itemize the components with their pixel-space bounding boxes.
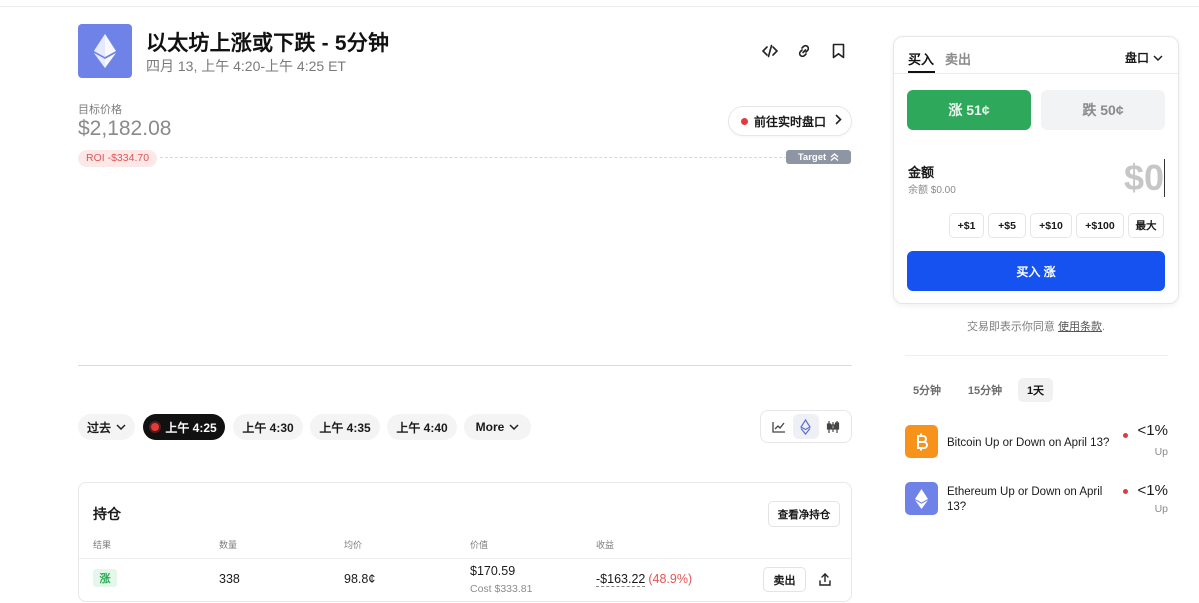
live-orderbook-button[interactable]: 前往实时盘口: [728, 106, 852, 136]
amount-input[interactable]: $0: [1124, 157, 1164, 199]
time-pill-2[interactable]: 上午 4:30: [233, 414, 303, 440]
live-dot-icon: [151, 423, 160, 431]
chevron-down-icon: [1153, 54, 1163, 61]
chart-view-toggle: [760, 410, 852, 443]
time-pill-label: 上午 4:30: [242, 420, 294, 435]
position-pnl-amount: -$163.22: [596, 572, 646, 587]
live-dot-icon: [1123, 489, 1128, 494]
market-tab-1day[interactable]: 1天: [1018, 378, 1053, 402]
order-type-label: 盘口: [1125, 51, 1150, 65]
past-dropdown-label: 过去: [86, 420, 111, 435]
time-pill-label: 上午 4:25: [165, 420, 217, 435]
double-chevron-up-icon: [830, 153, 839, 161]
chevron-down-icon: [116, 424, 126, 430]
positions-title: 持仓: [93, 506, 121, 522]
target-badge-label: Target: [797, 151, 827, 163]
related-market-outcome: Up: [1154, 503, 1168, 515]
time-pill-3[interactable]: 上午 4:35: [310, 414, 380, 440]
view-net-positions-button[interactable]: 查看净持仓: [768, 501, 840, 527]
terms-notice: 交易即表示你同意 使用条款.: [893, 318, 1179, 334]
line-chart-icon[interactable]: [766, 414, 792, 439]
quick-amount-1[interactable]: +$1: [949, 213, 984, 238]
target-badge: Target: [786, 150, 851, 164]
terms-text: 交易即表示你同意: [966, 321, 1055, 333]
position-value: $170.59: [470, 564, 516, 578]
related-market-chance: <1%: [1137, 482, 1168, 499]
chevron-down-icon: [509, 424, 519, 430]
code-embed-icon[interactable]: [761, 42, 779, 60]
time-pill-label: 上午 4:40: [396, 420, 448, 435]
target-price-label: 目标价格: [78, 104, 122, 116]
terms-link[interactable]: 使用条款: [1058, 321, 1102, 333]
column-header-value: 价值: [470, 540, 489, 550]
related-market-outcome: Up: [1154, 446, 1168, 458]
tab-buy[interactable]: 买入: [908, 49, 934, 68]
roi-badge: ROI -$334.70: [78, 150, 158, 167]
quick-amount-5[interactable]: +$5: [988, 213, 1026, 238]
order-type-dropdown[interactable]: 盘口: [1125, 49, 1163, 66]
related-market-name: Ethereum Up or Down on April 13?: [947, 486, 1103, 513]
market-tab-5min[interactable]: 5分钟: [905, 378, 949, 402]
link-icon[interactable]: [795, 42, 813, 60]
past-dropdown[interactable]: 过去: [78, 414, 135, 440]
bookmark-icon[interactable]: [829, 42, 847, 60]
trade-panel: 买入 卖出 盘口 涨 51¢ 跌 50¢ 金额 余额 $0.00 $0 +$1 …: [893, 36, 1179, 304]
related-market-bitcoin[interactable]: Bitcoin Up or Down on April 13? <1% Up: [905, 422, 1168, 465]
position-pnl-percent: (48.9%): [648, 572, 693, 586]
ethereum-logo-icon: [78, 24, 132, 78]
share-icon[interactable]: [817, 571, 833, 587]
page-title: 以太坊上涨或下跌 - 5分钟: [146, 32, 390, 55]
related-market-name: Bitcoin Up or Down on April 13?: [947, 437, 1110, 449]
outcome-down-button[interactable]: 跌 50¢: [1041, 90, 1165, 130]
time-pill-label: 上午 4:35: [319, 420, 371, 435]
live-dot-icon: [741, 117, 748, 125]
more-dropdown-label: More: [475, 420, 505, 434]
position-cost: Cost $333.81: [470, 583, 533, 595]
outcome-up-button[interactable]: 涨 51¢: [907, 90, 1031, 130]
related-market-ethereum[interactable]: Ethereum Up or Down on April 13? <1% Up: [905, 482, 1168, 522]
quick-amount-max[interactable]: 最大: [1128, 213, 1164, 238]
column-header-avg: 均价: [344, 540, 363, 550]
quick-amount-100[interactable]: +$100: [1076, 213, 1124, 238]
event-time-range: 四月 13, 上午 4:20-上午 4:25 ET: [146, 58, 346, 74]
section-divider: [905, 355, 1168, 356]
more-dropdown[interactable]: More: [464, 414, 531, 440]
candlestick-icon[interactable]: [820, 414, 846, 439]
column-header-outcome: 结果: [93, 540, 112, 550]
quick-amount-10[interactable]: +$10: [1030, 213, 1072, 238]
table-divider: [79, 558, 851, 559]
tab-divider: [894, 73, 1178, 74]
balance-text: 余额 $0.00: [908, 185, 956, 196]
terms-period: .: [1102, 321, 1106, 333]
top-divider: [0, 6, 1199, 7]
amount-label: 金额: [908, 165, 935, 180]
bitcoin-icon: [905, 425, 938, 458]
position-avg-price: 98.8¢: [344, 572, 376, 586]
outcome-badge: 涨: [93, 569, 117, 587]
market-tab-15min[interactable]: 15分钟: [961, 378, 1009, 402]
chart-baseline: [78, 365, 852, 366]
sell-position-button[interactable]: 卖出: [763, 567, 806, 592]
column-header-shares: 数量: [219, 540, 238, 550]
positions-card: 持仓 查看净持仓 结果 数量 均价 价值 收益 涨 338 98.8¢ $170…: [78, 482, 852, 602]
target-price-line: [160, 157, 792, 158]
column-header-pnl: 收益: [596, 540, 615, 550]
related-market-chance: <1%: [1137, 422, 1168, 439]
time-pill-1[interactable]: 上午 4:25: [143, 414, 225, 440]
position-pnl: -$163.22 (48.9%): [596, 572, 693, 587]
position-shares: 338: [219, 572, 240, 586]
text-caret: [1164, 159, 1165, 197]
live-orderbook-label: 前往实时盘口: [754, 114, 827, 129]
tab-sell[interactable]: 卖出: [945, 49, 971, 68]
chevron-right-icon: [835, 114, 842, 128]
live-dot-icon: [1123, 433, 1128, 438]
ethereum-view-icon[interactable]: [792, 414, 819, 439]
ethereum-icon: [905, 482, 938, 515]
target-price-value: $2,182.08: [78, 117, 172, 140]
time-pill-4[interactable]: 上午 4:40: [387, 414, 457, 440]
buy-submit-button[interactable]: 买入 涨: [907, 251, 1165, 291]
